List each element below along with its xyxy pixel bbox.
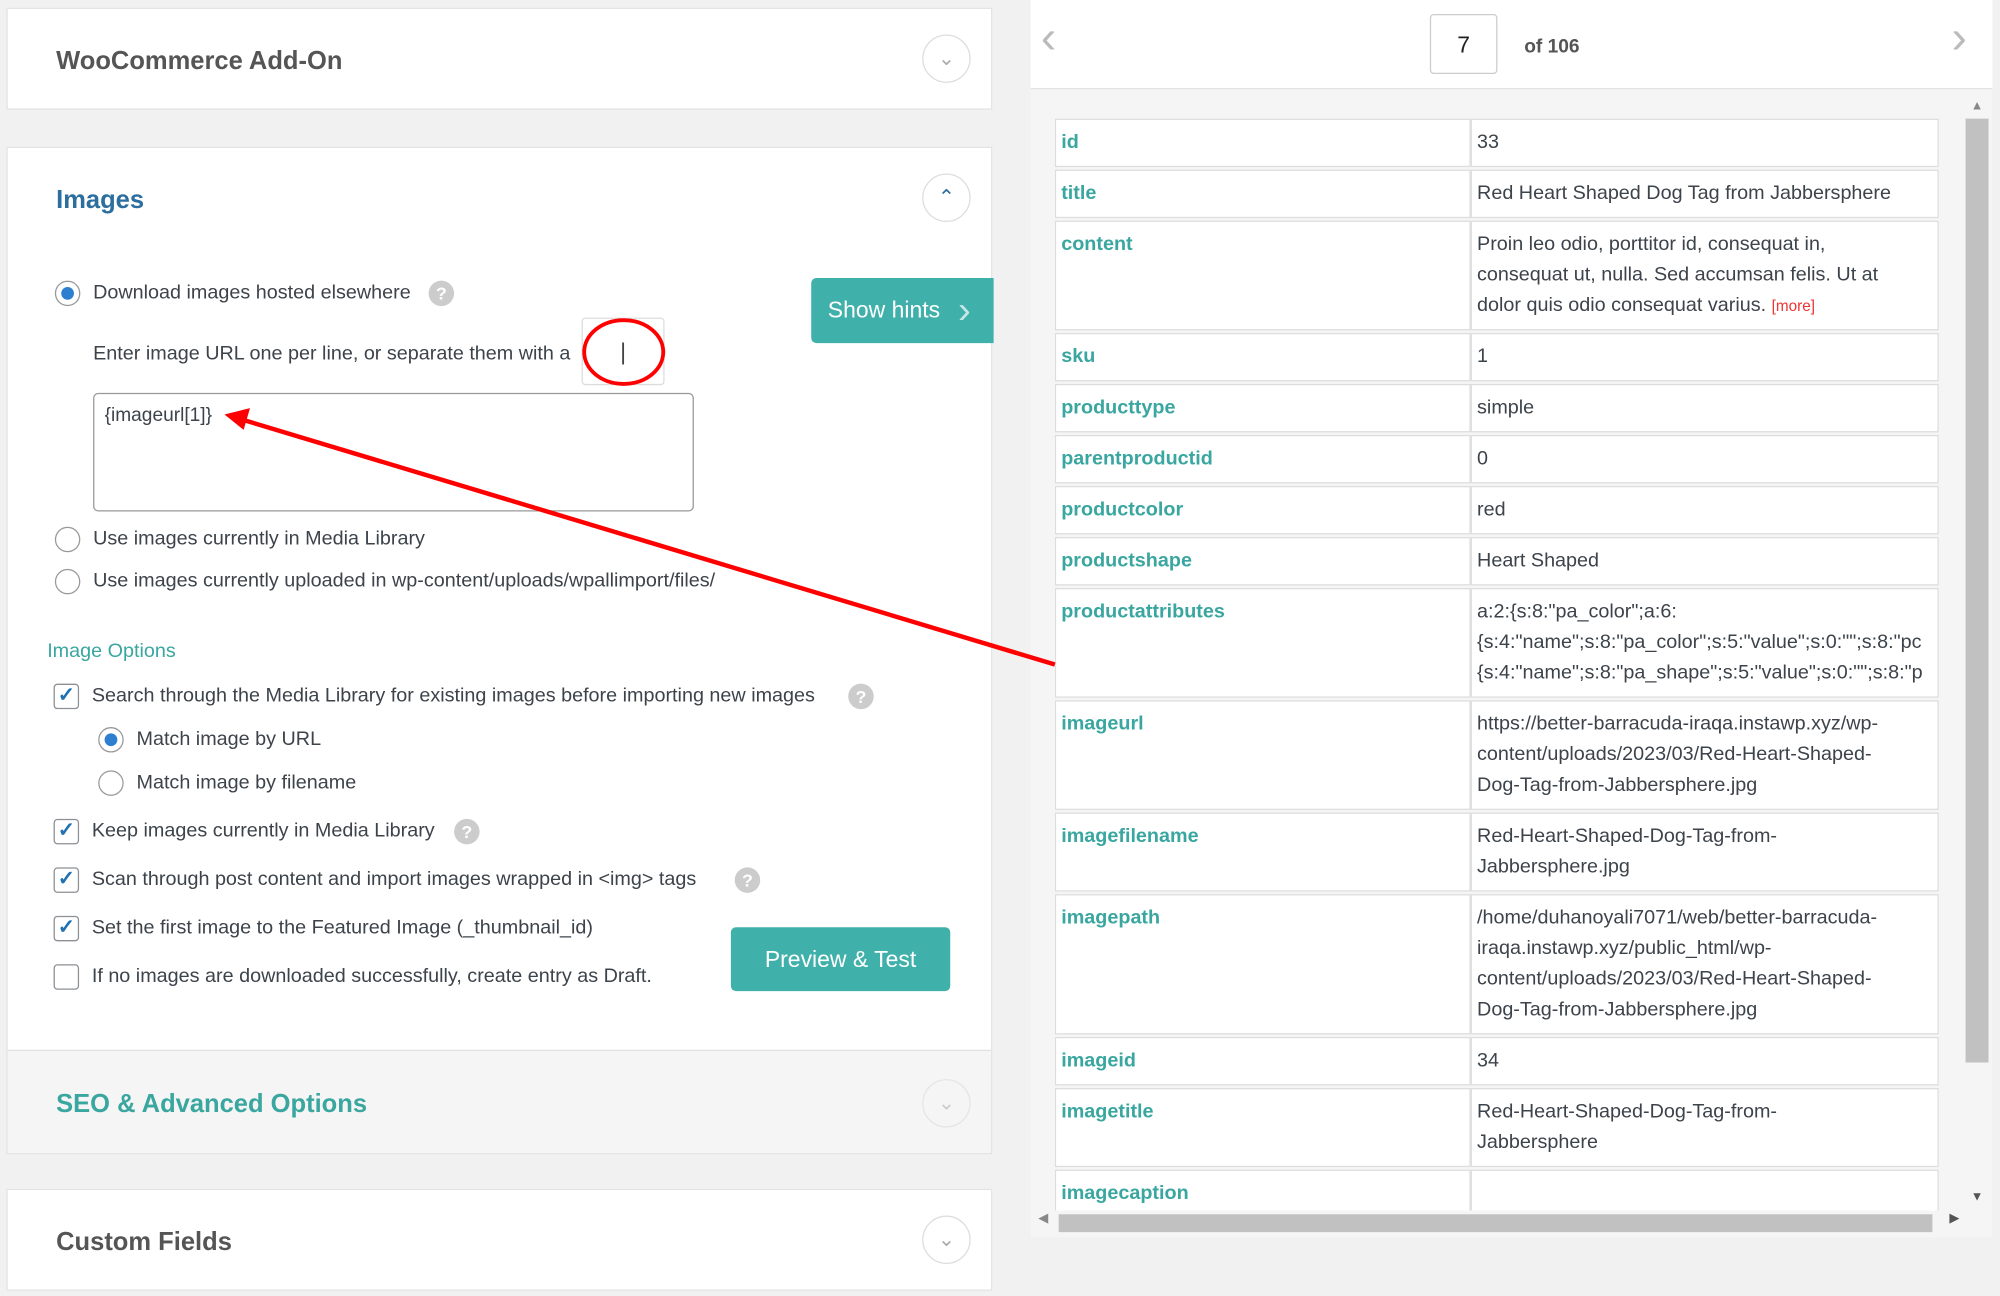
annotation-arrow: [241, 417, 1056, 667]
annotation-overlay: [224, 318, 1056, 667]
annotation-arrowhead: [224, 408, 250, 430]
annotation-circle: [582, 318, 666, 386]
